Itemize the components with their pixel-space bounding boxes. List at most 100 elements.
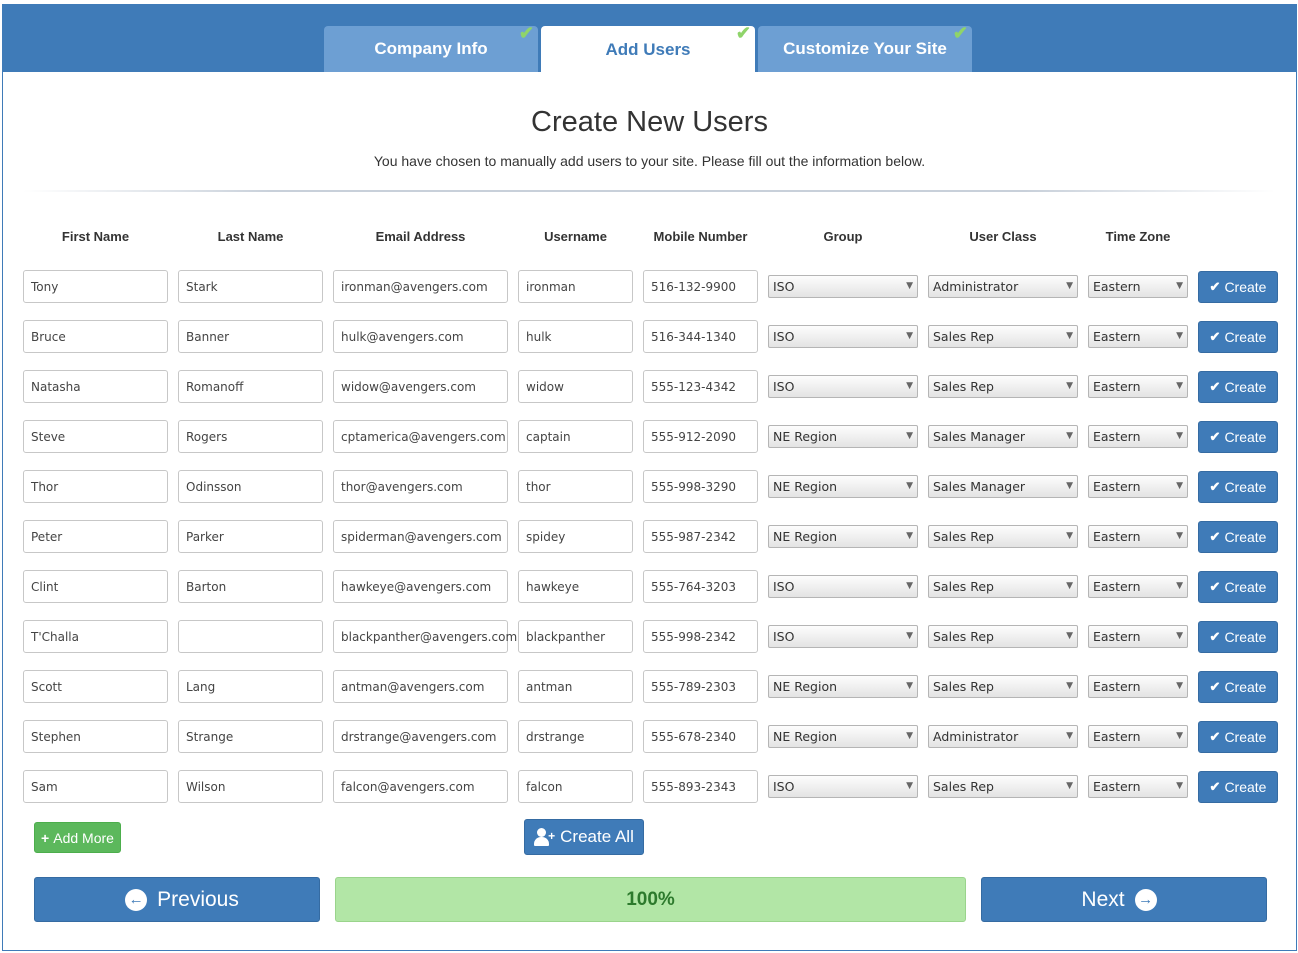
user-class-select[interactable]: Sales Manager ▼ bbox=[928, 475, 1078, 498]
user-class-select[interactable]: Sales Rep ▼ bbox=[928, 325, 1078, 348]
mobile-number-input[interactable]: 555-893-2343 bbox=[643, 770, 758, 803]
username-input[interactable]: blackpanther bbox=[518, 620, 633, 653]
first-name-input[interactable]: Peter bbox=[23, 520, 168, 553]
last-name-input[interactable]: Strange bbox=[178, 720, 323, 753]
last-name-input[interactable]: Odinsson bbox=[178, 470, 323, 503]
username-input[interactable]: falcon bbox=[518, 770, 633, 803]
username-input[interactable]: spidey bbox=[518, 520, 633, 553]
last-name-input[interactable]: Romanoff bbox=[178, 370, 323, 403]
mobile-number-input[interactable]: 555-912-2090 bbox=[643, 420, 758, 453]
first-name-input[interactable]: Stephen bbox=[23, 720, 168, 753]
last-name-input[interactable]: Banner bbox=[178, 320, 323, 353]
email-input[interactable]: hawkeye@avengers.com bbox=[333, 570, 508, 603]
create-user-button[interactable]: ✔ Create bbox=[1198, 471, 1278, 503]
group-select[interactable]: NE Region ▼ bbox=[768, 525, 918, 548]
mobile-number-input[interactable]: 555-987-2342 bbox=[643, 520, 758, 553]
create-user-button[interactable]: ✔ Create bbox=[1198, 321, 1278, 353]
create-all-button[interactable]: + Create All bbox=[524, 819, 644, 855]
group-select[interactable]: NE Region ▼ bbox=[768, 725, 918, 748]
group-select[interactable]: NE Region ▼ bbox=[768, 675, 918, 698]
add-more-button[interactable]: + Add More bbox=[34, 822, 121, 853]
mobile-number-input[interactable]: 516-344-1340 bbox=[643, 320, 758, 353]
create-user-button[interactable]: ✔ Create bbox=[1198, 521, 1278, 553]
group-select[interactable]: ISO ▼ bbox=[768, 625, 918, 648]
last-name-input[interactable]: Parker bbox=[178, 520, 323, 553]
group-select[interactable]: NE Region ▼ bbox=[768, 425, 918, 448]
email-input[interactable]: thor@avengers.com bbox=[333, 470, 508, 503]
first-name-input[interactable]: Clint bbox=[23, 570, 168, 603]
email-input[interactable]: spiderman@avengers.com bbox=[333, 520, 508, 553]
mobile-number-input[interactable]: 555-764-3203 bbox=[643, 570, 758, 603]
email-input[interactable]: hulk@avengers.com bbox=[333, 320, 508, 353]
group-select[interactable]: ISO ▼ bbox=[768, 275, 918, 298]
last-name-input[interactable]: Rogers bbox=[178, 420, 323, 453]
first-name-input[interactable]: Steve bbox=[23, 420, 168, 453]
last-name-input[interactable] bbox=[178, 620, 323, 653]
username-input[interactable]: widow bbox=[518, 370, 633, 403]
email-input[interactable]: blackpanther@avengers.com bbox=[333, 620, 517, 653]
time-zone-select[interactable]: Eastern ▼ bbox=[1088, 325, 1188, 348]
first-name-input[interactable]: Bruce bbox=[23, 320, 168, 353]
username-input[interactable]: antman bbox=[518, 670, 633, 703]
time-zone-select[interactable]: Eastern ▼ bbox=[1088, 725, 1188, 748]
group-select[interactable]: ISO ▼ bbox=[768, 775, 918, 798]
time-zone-select[interactable]: Eastern ▼ bbox=[1088, 775, 1188, 798]
create-user-button[interactable]: ✔ Create bbox=[1198, 621, 1278, 653]
previous-button[interactable]: ← Previous bbox=[34, 877, 320, 922]
email-input[interactable]: widow@avengers.com bbox=[333, 370, 508, 403]
username-input[interactable]: hawkeye bbox=[518, 570, 633, 603]
mobile-number-input[interactable]: 516-132-9900 bbox=[643, 270, 758, 303]
create-user-button[interactable]: ✔ Create bbox=[1198, 421, 1278, 453]
group-select[interactable]: ISO ▼ bbox=[768, 325, 918, 348]
user-class-select[interactable]: Sales Manager ▼ bbox=[928, 425, 1078, 448]
username-input[interactable]: drstrange bbox=[518, 720, 633, 753]
first-name-input[interactable]: Natasha bbox=[23, 370, 168, 403]
time-zone-select[interactable]: Eastern ▼ bbox=[1088, 575, 1188, 598]
create-user-button[interactable]: ✔ Create bbox=[1198, 271, 1278, 303]
group-select[interactable]: ISO ▼ bbox=[768, 375, 918, 398]
username-input[interactable]: captain bbox=[518, 420, 633, 453]
time-zone-select[interactable]: Eastern ▼ bbox=[1088, 625, 1188, 648]
email-input[interactable]: ironman@avengers.com bbox=[333, 270, 508, 303]
first-name-input[interactable]: Scott bbox=[23, 670, 168, 703]
username-input[interactable]: thor bbox=[518, 470, 633, 503]
last-name-input[interactable]: Lang bbox=[178, 670, 323, 703]
mobile-number-input[interactable]: 555-998-3290 bbox=[643, 470, 758, 503]
user-class-select[interactable]: Sales Rep ▼ bbox=[928, 675, 1078, 698]
last-name-input[interactable]: Wilson bbox=[178, 770, 323, 803]
first-name-input[interactable]: Sam bbox=[23, 770, 168, 803]
time-zone-select[interactable]: Eastern ▼ bbox=[1088, 425, 1188, 448]
time-zone-select[interactable]: Eastern ▼ bbox=[1088, 275, 1188, 298]
first-name-input[interactable]: T'Challa bbox=[23, 620, 168, 653]
next-button[interactable]: Next → bbox=[981, 877, 1267, 922]
user-class-select[interactable]: Sales Rep ▼ bbox=[928, 775, 1078, 798]
time-zone-select[interactable]: Eastern ▼ bbox=[1088, 375, 1188, 398]
group-select[interactable]: NE Region ▼ bbox=[768, 475, 918, 498]
email-input[interactable]: cptamerica@avengers.com bbox=[333, 420, 508, 453]
user-class-select[interactable]: Administrator ▼ bbox=[928, 275, 1078, 298]
user-class-select[interactable]: Sales Rep ▼ bbox=[928, 525, 1078, 548]
username-input[interactable]: ironman bbox=[518, 270, 633, 303]
create-user-button[interactable]: ✔ Create bbox=[1198, 771, 1278, 803]
time-zone-select[interactable]: Eastern ▼ bbox=[1088, 475, 1188, 498]
tab-customize-your-site[interactable]: Customize Your Site ✔ bbox=[758, 23, 972, 72]
user-class-select[interactable]: Sales Rep ▼ bbox=[928, 575, 1078, 598]
create-user-button[interactable]: ✔ Create bbox=[1198, 371, 1278, 403]
last-name-input[interactable]: Barton bbox=[178, 570, 323, 603]
tab-company-info[interactable]: Company Info ✔ bbox=[324, 23, 538, 72]
time-zone-select[interactable]: Eastern ▼ bbox=[1088, 525, 1188, 548]
time-zone-select[interactable]: Eastern ▼ bbox=[1088, 675, 1188, 698]
user-class-select[interactable]: Sales Rep ▼ bbox=[928, 625, 1078, 648]
mobile-number-input[interactable]: 555-678-2340 bbox=[643, 720, 758, 753]
first-name-input[interactable]: Thor bbox=[23, 470, 168, 503]
first-name-input[interactable]: Tony bbox=[23, 270, 168, 303]
email-input[interactable]: antman@avengers.com bbox=[333, 670, 508, 703]
email-input[interactable]: falcon@avengers.com bbox=[333, 770, 508, 803]
create-user-button[interactable]: ✔ Create bbox=[1198, 721, 1278, 753]
email-input[interactable]: drstrange@avengers.com bbox=[333, 720, 508, 753]
group-select[interactable]: ISO ▼ bbox=[768, 575, 918, 598]
create-user-button[interactable]: ✔ Create bbox=[1198, 571, 1278, 603]
mobile-number-input[interactable]: 555-998-2342 bbox=[643, 620, 758, 653]
mobile-number-input[interactable]: 555-789-2303 bbox=[643, 670, 758, 703]
user-class-select[interactable]: Administrator ▼ bbox=[928, 725, 1078, 748]
